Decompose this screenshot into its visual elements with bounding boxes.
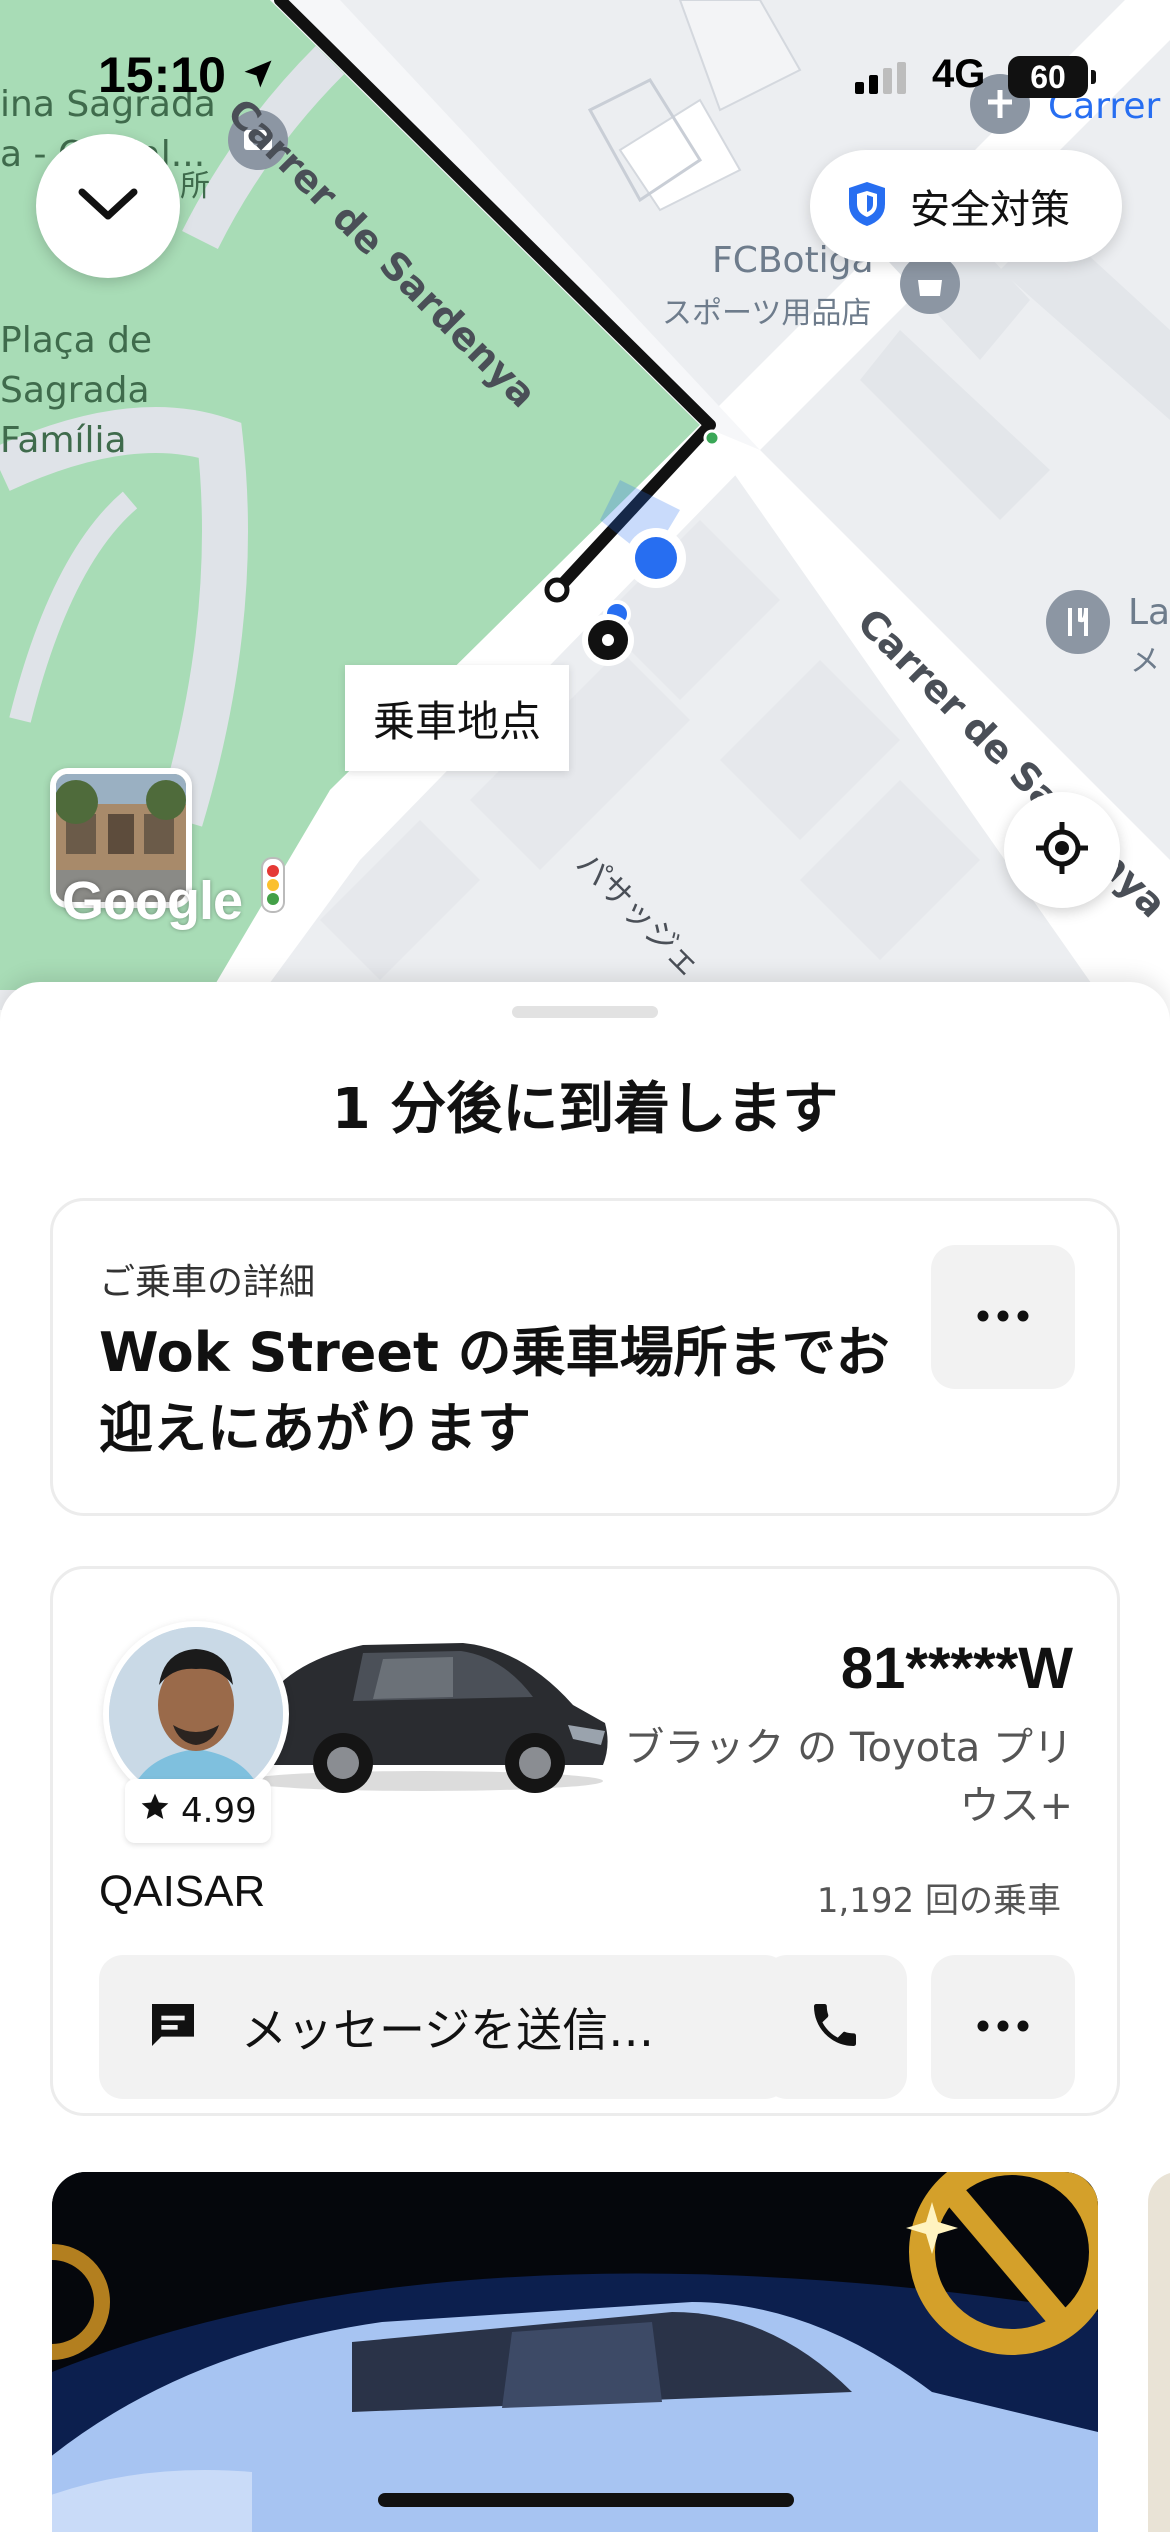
google-logo: Google — [62, 871, 243, 931]
trip-bottom-sheet[interactable]: 1 分後に到着します ご乗車の詳細 Wok Street の乗車場所までお迎えに… — [0, 982, 1170, 2532]
message-driver-button[interactable]: メッセージを送信… — [99, 1955, 789, 2099]
message-driver-label: メッセージを送信… — [241, 2003, 655, 2057]
map-label-line: Plaça de — [0, 320, 153, 361]
shield-icon — [846, 180, 888, 232]
more-horizontal-icon — [975, 2018, 1031, 2037]
map-label-me: メ — [1130, 644, 1160, 679]
home-indicator — [378, 2493, 794, 2507]
safety-toolkit-button[interactable]: 安全対策 — [810, 150, 1122, 262]
driver-name: QAISAR — [99, 1867, 266, 1916]
driver-trip-count: 1,192 回の乗車 — [816, 1881, 1061, 1921]
driver-rating: 4.99 — [125, 1779, 271, 1843]
promo-car-illustration — [52, 2172, 1098, 2532]
call-driver-button[interactable] — [763, 1955, 907, 2099]
cellular-signal-icon — [855, 62, 913, 98]
message-icon — [145, 1997, 201, 2057]
status-bar: 15:10 4G 60 — [0, 0, 1170, 150]
vehicle-description: ブラック の Toyota プリウス+ — [624, 1725, 1073, 1829]
status-time: 15:10 — [98, 47, 226, 103]
driver-more-button[interactable] — [931, 1955, 1075, 2099]
collapse-button[interactable] — [36, 134, 180, 278]
eta-title: 1 分後に到着します — [331, 1077, 839, 1142]
driver-card: 4.99 81*****W ブラック の Toyota プリウス+ QAISAR… — [50, 1566, 1120, 2116]
map-label-sagrada-suffix: 所 — [180, 169, 210, 204]
chevron-down-icon — [76, 184, 140, 228]
location-arrow-icon — [240, 56, 276, 96]
map-label-line: Sagrada — [0, 370, 150, 411]
map-label-shop-category: スポーツ用品店 — [662, 296, 872, 331]
battery-indicator: 60 — [1008, 56, 1096, 98]
crosshair-location-icon — [1034, 820, 1090, 880]
sheet-grabber[interactable] — [512, 1006, 658, 1018]
promo-banner[interactable] — [52, 2172, 1098, 2532]
driver-rating-value: 4.99 — [181, 1791, 257, 1831]
star-icon — [139, 1791, 171, 1832]
map-label-la: La — [1128, 592, 1170, 633]
phone-icon — [807, 1997, 863, 2057]
more-horizontal-icon — [975, 1308, 1031, 1327]
promo-banner-next[interactable] — [1148, 2172, 1170, 2532]
ride-details-title: Wok Street の乗車場所までお迎えにあがります — [99, 1321, 890, 1460]
ride-details-more-button[interactable] — [931, 1245, 1075, 1389]
network-type: 4G — [932, 52, 986, 96]
map-label-line: Família — [0, 420, 127, 461]
ride-details-card: ご乗車の詳細 Wok Street の乗車場所までお迎えにあがります — [50, 1198, 1120, 1516]
safety-label: 安全対策 — [910, 187, 1070, 233]
map[interactable]: ina Sagrada a - Oficial... 所 Plaça de Sa… — [0, 0, 1170, 1010]
recenter-button[interactable] — [1004, 792, 1120, 908]
license-plate: 81*****W — [840, 1636, 1073, 1701]
pickup-location-tag[interactable]: 乗車地点 — [345, 665, 570, 771]
map-label-placa: Plaça de Sagrada Família — [0, 316, 152, 466]
ride-details-caption: ご乗車の詳細 — [99, 1262, 316, 1303]
